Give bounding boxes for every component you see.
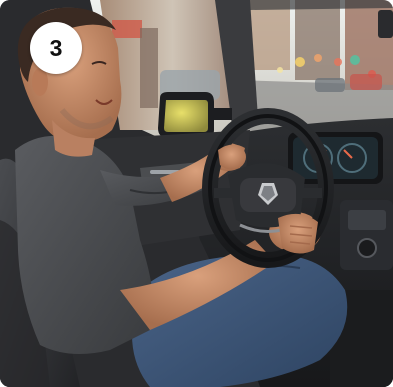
step-number-badge: 3 — [30, 22, 82, 74]
photo-frame: 3 — [0, 0, 393, 387]
lower-hand — [278, 213, 318, 254]
step-number: 3 — [49, 34, 63, 61]
